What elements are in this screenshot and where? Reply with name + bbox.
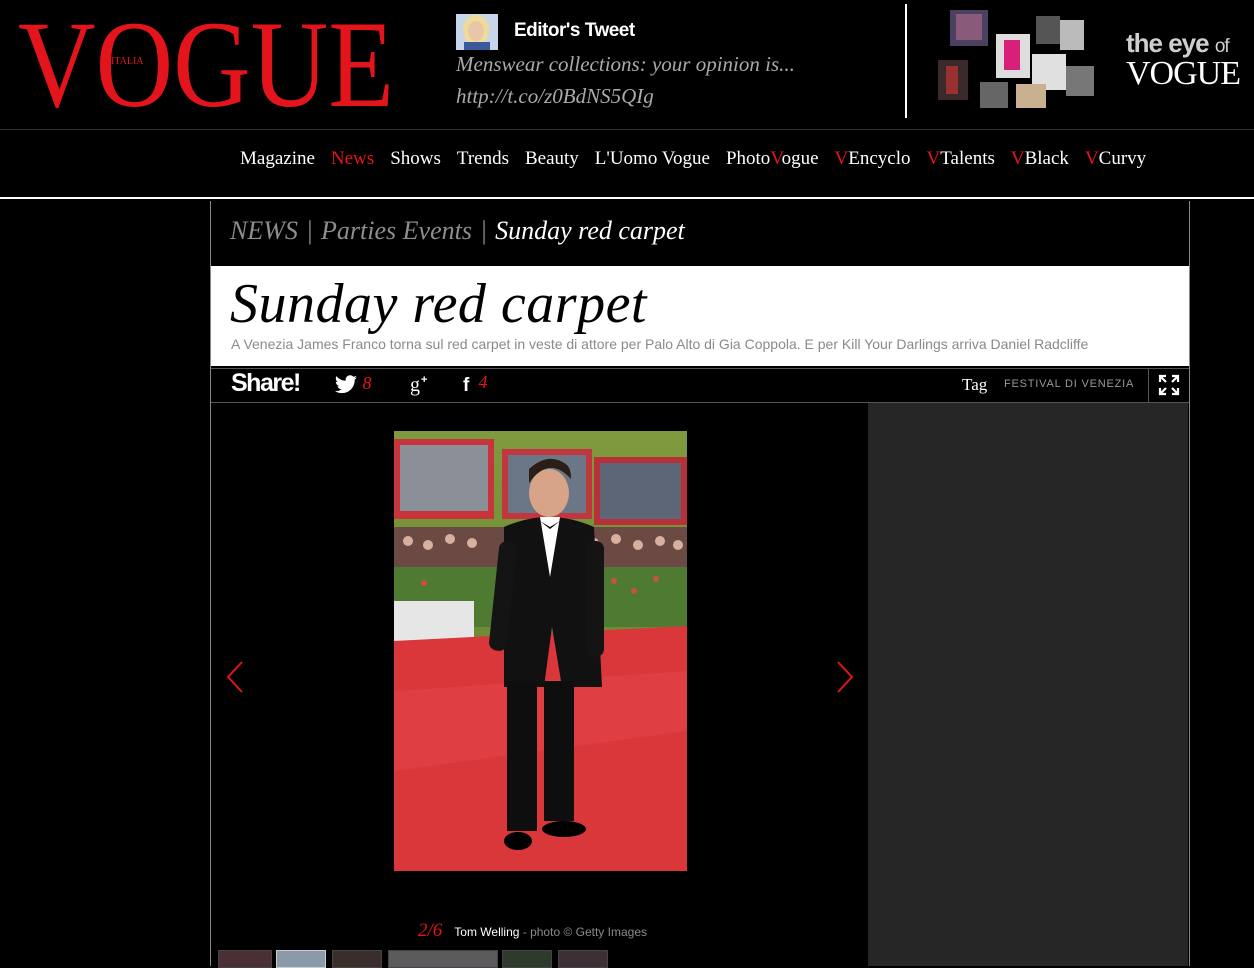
nav-vcurvy-v: V — [1084, 148, 1099, 169]
twitter-icon — [335, 375, 357, 393]
tweet-link[interactable]: http://t.co/z0BdNS5QIg — [456, 80, 876, 112]
article-subtitle: A Venezia James Franco torna sul red car… — [231, 336, 1089, 352]
nav-photovogue[interactable]: PhotoVogue — [718, 148, 827, 178]
toolbar-divider — [1148, 369, 1149, 402]
nav-vencyclo-label: Encyclo — [848, 148, 911, 169]
header-divider — [905, 4, 907, 118]
photo-subject: Tom Welling — [454, 925, 520, 939]
editors-tweet-text[interactable]: Menswear collections: your opinion is...… — [456, 48, 876, 112]
page-title: Sunday red carpet — [230, 273, 647, 335]
gallery-thumbnail[interactable] — [388, 950, 498, 968]
eye-of-vogue-collage[interactable] — [934, 8, 1100, 112]
twitter-count: 8 — [362, 373, 372, 393]
logo-subtitle: ITALIA — [111, 56, 144, 67]
gallery-thumbnail[interactable] — [276, 950, 326, 968]
eye-of-vogue-title[interactable]: the eye of VOGUE — [1126, 28, 1241, 92]
eye-title-vogue: VOGUE — [1126, 55, 1241, 92]
photo-credit: - photo © Getty Images — [519, 925, 647, 939]
nav-vcurvy[interactable]: VCurvy — [1077, 148, 1154, 178]
facebook-icon: f — [463, 375, 470, 396]
nav-shows[interactable]: Shows — [382, 148, 449, 178]
tweet-message: Menswear collections: your opinion is... — [456, 52, 795, 76]
facebook-count: 4 — [478, 372, 488, 392]
eye-title-main: the eye — [1126, 28, 1210, 58]
breadcrumb-separator: | — [305, 216, 314, 245]
gallery-photo[interactable] — [394, 431, 687, 871]
facebook-share-button[interactable]: f 4 — [462, 372, 488, 396]
fullscreen-button[interactable] — [1158, 374, 1180, 396]
gallery-prev-button[interactable] — [224, 660, 246, 699]
chevron-right-icon — [837, 661, 854, 693]
nav-trends[interactable]: Trends — [449, 148, 517, 178]
gallery-thumbnail[interactable] — [558, 950, 608, 968]
share-label: Share! — [231, 369, 301, 397]
nav-vblack-v: V — [1010, 148, 1025, 169]
breadcrumb-separator: | — [479, 216, 488, 245]
nav-beauty[interactable]: Beauty — [517, 148, 587, 178]
nav-photovogue-a: Photo — [725, 148, 771, 169]
nav-separator — [0, 197, 1254, 199]
breadcrumb: NEWS | Parties Events | Sunday red carpet — [230, 216, 685, 246]
main-navigation: Magazine News Shows Trends Beauty L'Uomo… — [232, 148, 1154, 178]
nav-vtalents[interactable]: VTalents — [919, 148, 1003, 178]
nav-luomo-vogue[interactable]: L'Uomo Vogue — [587, 148, 718, 178]
gallery-caption: 2/6 Tom Welling - photo © Getty Images — [418, 920, 647, 942]
nav-vblack[interactable]: VBlack — [1003, 148, 1077, 178]
nav-vencyclo[interactable]: VEncyclo — [827, 148, 919, 178]
breadcrumb-current: Sunday red carpet — [495, 216, 685, 245]
nav-vencyclo-v: V — [834, 148, 849, 169]
gallery-thumbnail[interactable] — [332, 950, 382, 968]
nav-vtalents-label: Talents — [940, 148, 995, 169]
nav-magazine[interactable]: Magazine — [232, 148, 323, 178]
nav-news[interactable]: News — [323, 148, 382, 178]
twitter-share-button[interactable]: 8 — [334, 373, 371, 395]
nav-vblack-label: Black — [1024, 148, 1069, 169]
eye-title-of: of — [1214, 36, 1230, 57]
breadcrumb-category[interactable]: Parties Events — [321, 216, 472, 245]
editor-avatar[interactable] — [456, 14, 498, 50]
google-plus-icon: g + — [410, 374, 427, 396]
nav-photovogue-v: V — [770, 148, 782, 169]
svg-text:+: + — [421, 374, 427, 386]
gallery-counter: 2/6 — [418, 920, 443, 941]
gallery-thumbnail[interactable] — [502, 950, 552, 968]
gallery-thumbnail[interactable] — [218, 950, 272, 968]
nav-vcurvy-label: Curvy — [1098, 148, 1147, 169]
nav-photovogue-b: ogue — [781, 148, 819, 169]
svg-text:g: g — [410, 374, 420, 396]
logo-wordmark: VOGUE — [18, 6, 394, 116]
tag-label: Tag — [962, 375, 988, 394]
svg-text:f: f — [463, 375, 470, 394]
chevron-left-icon — [226, 661, 243, 693]
gallery-side-panel — [868, 403, 1188, 966]
breadcrumb-news[interactable]: NEWS — [230, 216, 298, 245]
fullscreen-icon — [1158, 374, 1180, 396]
vogue-italia-logo[interactable]: VOGUE ITALIA — [18, 6, 398, 116]
google-plus-share-button[interactable]: g + — [410, 371, 430, 396]
header-separator — [0, 129, 1254, 130]
tag-festival-di-venezia[interactable]: FESTIVAL DI VENEZIA — [1004, 378, 1134, 390]
gallery-next-button[interactable] — [834, 660, 856, 699]
nav-vtalents-v: V — [926, 148, 941, 169]
editors-tweet-title: Editor's Tweet — [514, 20, 635, 41]
